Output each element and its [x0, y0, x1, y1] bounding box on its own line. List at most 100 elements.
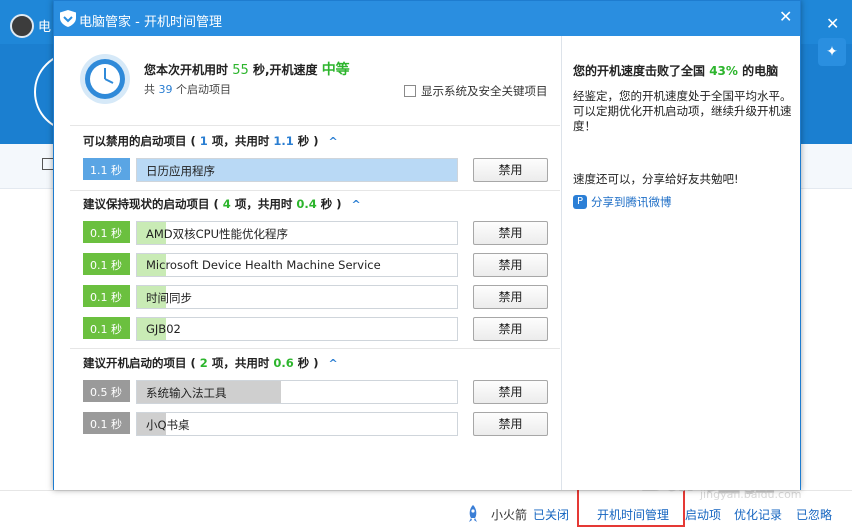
disable-button[interactable]: 禁用: [473, 317, 548, 341]
clock-icon: [80, 54, 130, 104]
disable-button[interactable]: 禁用: [473, 253, 548, 277]
startup-item-name: Microsoft Device Health Machine Service: [146, 258, 381, 272]
section-mid: 项，共用时: [234, 197, 293, 211]
time-bar: 时间同步: [136, 285, 458, 309]
time-bar: 日历应用程序: [136, 158, 458, 182]
divider: [70, 125, 560, 126]
startup-item-name: 小Q书桌: [146, 418, 190, 432]
share-to-weibo-link[interactable]: P 分享到腾讯微博: [573, 194, 672, 210]
disable-button[interactable]: 禁用: [473, 285, 548, 309]
time-bar: GJB02: [136, 317, 458, 341]
time-tag: 0.1 秒: [83, 412, 130, 434]
dialog-titlebar[interactable]: 电脑管家 - 开机时间管理 ✕: [54, 1, 800, 36]
boot-summary: 您本次开机用时 55 秒,开机速度 中等: [144, 59, 350, 79]
show-system-items-label: 显示系统及安全关键项目: [421, 84, 548, 98]
chevron-up-icon[interactable]: ^: [329, 357, 338, 370]
time-tag: 0.5 秒: [83, 380, 130, 402]
startup-item-row: 1.1 秒 日历应用程序 禁用: [83, 158, 548, 182]
startup-items-pane: 您本次开机用时 55 秒,开机速度 中等 共 39 个启动项目 显示系统及安全关…: [54, 36, 561, 490]
dialog-title: 电脑管家 - 开机时间管理: [79, 15, 222, 30]
section-time: 0.4: [296, 197, 317, 211]
speed-ranking-pane: 您的开机速度击败了全国 43% 的电脑 经鉴定，您的开机速度处于全国平均水平。可…: [561, 36, 800, 490]
section-count: 2: [199, 356, 208, 370]
section-paren-close: 秒 ): [297, 134, 319, 148]
ranking-percent: 43%: [709, 64, 738, 78]
section-paren-open: (: [213, 197, 219, 211]
section-count: 1: [199, 134, 208, 148]
share-link-label: 分享到腾讯微博: [591, 195, 672, 209]
startup-item-name: AMD双核CPU性能优化程序: [146, 227, 289, 241]
time-tag: 0.1 秒: [83, 317, 130, 339]
ranking-prefix: 您的开机速度击败了全国: [573, 64, 706, 78]
boot-summary-prefix: 您本次开机用时: [144, 63, 229, 77]
boot-time-dialog: 电脑管家 - 开机时间管理 ✕ 您本次开机用时 55 秒,开机速度 中等 共 3…: [53, 0, 801, 490]
shield-logo-icon: [60, 10, 76, 27]
boot-summary-mid: 秒,开机速度: [252, 63, 318, 77]
weibo-icon: P: [573, 195, 587, 209]
footer-link-optimize-history[interactable]: 优化记录: [734, 506, 782, 523]
time-bar: AMD双核CPU性能优化程序: [136, 221, 458, 245]
startup-item-name: 系统输入法工具: [146, 386, 227, 400]
share-prompt: 速度还可以，分享给好友共勉吧!: [573, 172, 739, 186]
disable-button[interactable]: 禁用: [473, 221, 548, 245]
startup-count-prefix: 共: [144, 83, 155, 96]
chevron-up-icon[interactable]: ^: [352, 198, 361, 211]
divider: [70, 190, 560, 191]
section-title: 建议开机启动的项目: [83, 356, 187, 370]
avatar[interactable]: [10, 14, 34, 38]
time-tag: 0.1 秒: [83, 221, 130, 243]
time-tag: 0.1 秒: [83, 285, 130, 307]
section-header-keep-as-is[interactable]: 建议保持现状的启动项目 ( 4 项，共用时 0.4 秒 ) ^: [83, 196, 361, 212]
section-header-recommended[interactable]: 建议开机启动的项目 ( 2 项，共用时 0.6 秒 ) ^: [83, 355, 338, 371]
checkbox-box[interactable]: [404, 85, 416, 97]
startup-item-row: 0.1 秒 小Q书桌 禁用: [83, 412, 548, 436]
show-system-items-checkbox[interactable]: 显示系统及安全关键项目: [404, 83, 548, 99]
boot-seconds: 55: [232, 63, 249, 78]
section-title: 建议保持现状的启动项目: [83, 197, 210, 211]
divider: [70, 348, 560, 349]
background-close-icon[interactable]: ✕: [826, 14, 839, 33]
footer-link-ignored[interactable]: 已忽略: [796, 506, 832, 523]
time-bar: Microsoft Device Health Machine Service: [136, 253, 458, 277]
sparkle-icon[interactable]: ✦: [818, 38, 846, 66]
speed-grade: 中等: [321, 62, 350, 78]
section-title: 可以禁用的启动项目: [83, 134, 187, 148]
chevron-up-icon[interactable]: ^: [329, 135, 338, 148]
rocket-icon: [467, 505, 479, 527]
footer-link-startup-items[interactable]: 启动项: [685, 506, 721, 523]
close-icon[interactable]: ✕: [779, 9, 792, 25]
rocket-label: 小火箭: [491, 508, 528, 522]
startup-count-line: 共 39 个启动项目: [144, 81, 231, 97]
startup-item-name: 时间同步: [146, 291, 192, 305]
section-time: 1.1: [273, 134, 294, 148]
startup-count-suffix: 个启动项目: [176, 83, 231, 96]
startup-item-row: 0.1 秒 GJB02 禁用: [83, 317, 548, 341]
time-tag: 0.1 秒: [83, 253, 130, 275]
section-header-can-disable[interactable]: 可以禁用的启动项目 ( 1 项，共用时 1.1 秒 ) ^: [83, 133, 338, 149]
rocket-status-link[interactable]: 已关闭: [533, 506, 569, 523]
disable-button[interactable]: 禁用: [473, 380, 548, 404]
startup-item-name: GJB02: [146, 322, 181, 336]
startup-item-row: 0.1 秒 时间同步 禁用: [83, 285, 548, 309]
startup-item-row: 0.1 秒 AMD双核CPU性能优化程序 禁用: [83, 221, 548, 245]
section-paren-open: (: [190, 356, 196, 370]
time-tag: 1.1 秒: [83, 158, 130, 180]
section-mid: 项，共用时: [211, 356, 270, 370]
ranking-title: 您的开机速度击败了全国 43% 的电脑: [573, 62, 778, 79]
section-count: 4: [222, 197, 231, 211]
background-title: 电: [38, 20, 52, 35]
section-paren-close: 秒 ): [297, 356, 319, 370]
section-time: 0.6: [273, 356, 294, 370]
time-bar: 小Q书桌: [136, 412, 458, 436]
startup-item-row: 0.1 秒 Microsoft Device Health Machine Se…: [83, 253, 548, 277]
startup-item-name: 日历应用程序: [146, 164, 215, 178]
section-paren-close: 秒 ): [320, 197, 342, 211]
ranking-description: 经鉴定，您的开机速度处于全国平均水平。可以定期优化开机启动项，继续升级开机速度！: [573, 89, 792, 133]
time-bar: 系统输入法工具: [136, 380, 458, 404]
startup-count: 39: [158, 83, 173, 96]
section-paren-open: (: [190, 134, 196, 148]
section-mid: 项，共用时: [211, 134, 270, 148]
ranking-suffix: 的电脑: [742, 64, 779, 78]
disable-button[interactable]: 禁用: [473, 412, 548, 436]
disable-button[interactable]: 禁用: [473, 158, 548, 182]
